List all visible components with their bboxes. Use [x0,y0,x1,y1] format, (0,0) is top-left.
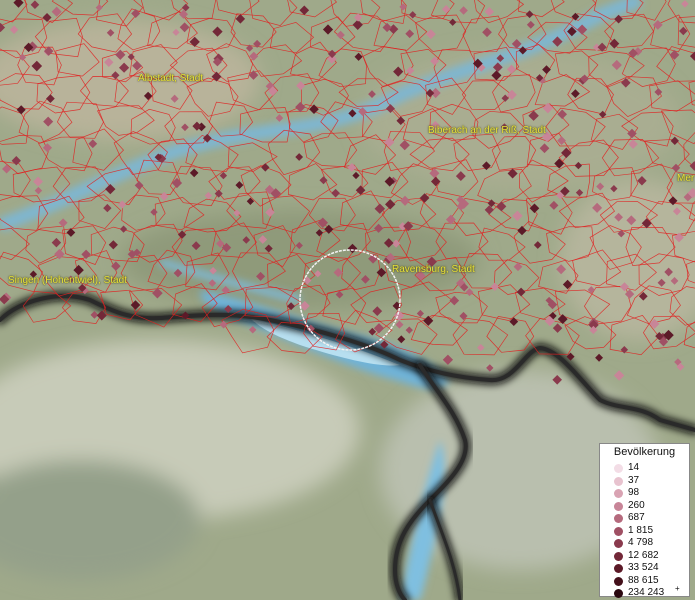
legend-value: 4 798 [628,537,654,548]
population-legend: Bevölkerung 14 37 98 260 687 1 815 4 798… [599,443,690,598]
place-label-singen[interactable]: Singen (Hohentwiel), Stadt [8,275,127,286]
legend-dot [614,539,623,548]
place-label-albstadt[interactable]: Albstadt, Stadt [138,73,203,84]
legend-dot [614,526,623,536]
place-label-biberach[interactable]: Biberach an der Riß, Stadt [428,125,546,136]
legend-title: Bevölkerung [613,446,676,458]
legend-dot [614,501,623,511]
legend-value: 33 524 [628,562,659,573]
legend-dot [614,514,623,523]
legend-dot [614,564,623,573]
legend-value: 88 615 [628,574,659,586]
legend-value: 37 [628,474,640,486]
legend-value: 1 815 [628,524,654,536]
population-map[interactable]: Albstadt, Stadt Biberach an der Riß, Sta… [0,0,695,600]
legend-value: 234 243 [628,587,665,598]
place-label-mer[interactable]: Mer [677,173,694,184]
legend-value: 687 [628,512,645,523]
legend-value: 260 [628,499,645,511]
legend-plus-mark: + [675,584,680,593]
legend-dot [614,551,623,561]
legend-dot [614,589,623,598]
legend-dot [614,476,623,486]
place-label-ravensburg[interactable]: Ravensburg, Stadt [392,264,475,275]
legend-dot [614,576,623,586]
legend-value: 12 682 [628,549,659,561]
legend-value: 98 [628,487,640,498]
legend-dot [614,489,623,498]
legend-dot [614,464,623,473]
legend-value: 14 [628,462,640,473]
map-canvas [0,0,695,600]
